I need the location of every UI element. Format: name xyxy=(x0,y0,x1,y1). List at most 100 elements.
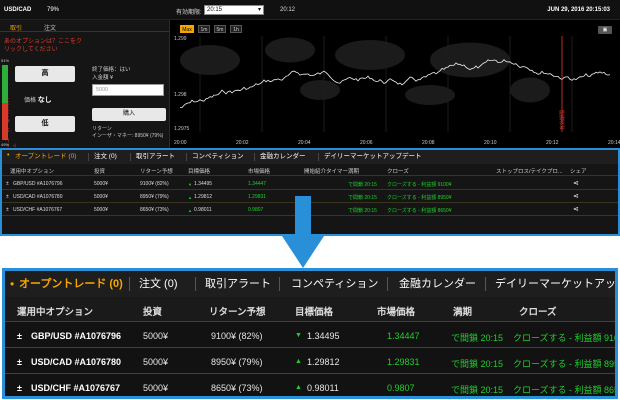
col-return: リターン予想 xyxy=(209,307,266,318)
share-icon[interactable]: ⋖ xyxy=(573,205,579,213)
tab-divider xyxy=(195,277,196,291)
tab-divider xyxy=(254,153,255,161)
close-link[interactable]: クローズする - 利益額 9100¥ xyxy=(387,181,452,188)
down-triangle-icon: ▼ xyxy=(188,182,192,187)
amount-input[interactable]: 5000 xyxy=(92,84,164,96)
low-button[interactable]: 低 xyxy=(15,116,75,132)
target-price: 1.29812 xyxy=(194,194,213,200)
tab-orders[interactable]: 注文 (0) xyxy=(94,150,117,164)
up-triangle-icon: ▲ xyxy=(188,208,192,213)
table-row: ± USD/CHF #A1076767 5000¥ 8650¥ (73%) 0.9801… xyxy=(5,373,615,396)
invest-value: 5000¥ xyxy=(143,383,169,393)
table-row: ± GBP/USD #A1076796 5000¥ 9100¥ (82%) 1.3449… xyxy=(2,177,618,190)
buy-button[interactable]: 購入 xyxy=(92,108,166,121)
plus-minus-icon[interactable]: ± xyxy=(6,181,9,187)
neutral-value: なし xyxy=(37,97,52,104)
close-link[interactable]: クローズする - 利益額 8650¥ xyxy=(387,207,452,214)
invest-value: 5000¥ xyxy=(94,181,108,187)
neutral-prefix: 価格 xyxy=(24,98,37,104)
col-close: クローズ xyxy=(387,169,409,175)
plus-minus-icon[interactable]: ± xyxy=(17,357,22,367)
order-info: 終了価格：はい 入金額 ¥ xyxy=(92,66,131,82)
return-value: 8950¥ (79%) xyxy=(140,194,169,200)
invest-value: 5000¥ xyxy=(143,357,169,367)
expiry-value: で間鎖 20:15 xyxy=(451,385,504,395)
plus-minus-icon[interactable]: ± xyxy=(17,383,22,393)
tab-divider xyxy=(485,277,486,291)
tab-orders[interactable]: 注文 (0) xyxy=(139,271,178,297)
x-tick-label: 20:00 xyxy=(174,140,187,146)
tab-market-update[interactable]: デイリーマーケットアップデ xyxy=(495,271,615,297)
map-shape xyxy=(300,80,340,100)
market-price: 0.9807 xyxy=(387,383,415,393)
up-triangle-icon: ▲ xyxy=(188,195,192,200)
map-shape xyxy=(430,42,510,78)
tab-trade[interactable]: 取引 xyxy=(10,23,22,32)
return-value: 8950¥ (79%) xyxy=(211,357,263,367)
map-shape xyxy=(335,40,405,70)
col-return: リターン予想 xyxy=(140,169,173,175)
price-chart[interactable]: Max 1m 5m 1h ▣ 1.299 1.298 1.2975 20:00 20:0… xyxy=(170,20,620,148)
expiry-value: で間鎖 20:15 xyxy=(451,333,504,343)
expiry-value: で間鎖 20:15 xyxy=(348,208,377,214)
tab-alerts[interactable]: 取引アラート xyxy=(136,150,175,164)
col-option: 運用中オプション xyxy=(10,169,55,175)
help-link[interactable]: あのオプションは？ここをクリックしてください xyxy=(4,38,86,54)
expiry-marker-label: 有効期限 xyxy=(559,110,566,130)
trades-header-small: 運用中オプション 投資 リターン予想 目標価格 市場価格 開始紹介タイマー 満期… xyxy=(2,164,618,176)
tab-order[interactable]: 注文 xyxy=(44,23,56,32)
tab-market-update[interactable]: デイリーマーケットアップデート xyxy=(324,150,422,164)
close-link[interactable]: クローズする - 利益額 8650¥ xyxy=(513,383,615,396)
return-label: リターン xyxy=(92,126,112,132)
tab-divider xyxy=(186,153,187,161)
col-market: 市場価格 xyxy=(377,307,416,318)
target-price: 1.29812 xyxy=(307,357,340,367)
target-price: 1.34495 xyxy=(194,181,213,187)
amount-label: 入金額 ¥ xyxy=(92,75,114,81)
payout-percent: 79% xyxy=(47,7,60,13)
bullet-icon: • xyxy=(7,152,10,159)
table-row: ± GBP/USD #A1076796 5000¥ 9100¥ (82%) 1.3449… xyxy=(5,321,615,347)
tab-divider xyxy=(387,277,388,291)
expiry-select[interactable]: 20:15 xyxy=(204,5,264,15)
expiry-label: 有効期限: xyxy=(176,10,202,16)
tab-calendar[interactable]: 金融カレンダー xyxy=(260,150,306,164)
down-arrow-icon xyxy=(282,196,324,268)
tab-open-trades[interactable]: オープントレード (0) xyxy=(15,150,76,164)
close-link[interactable]: クローズする - 利益額 9100¥ xyxy=(513,331,615,344)
plus-minus-icon[interactable]: ± xyxy=(6,207,9,213)
return-value: 8650¥ (73%) xyxy=(211,383,263,393)
tab-alerts[interactable]: 取引アラート xyxy=(205,271,271,297)
tab-divider xyxy=(88,153,89,161)
target-price: 0.98011 xyxy=(307,383,339,393)
tab-divider xyxy=(129,277,130,291)
close-link[interactable]: クローズする - 利益額 8950¥ xyxy=(387,194,452,201)
x-tick-label: 20:08 xyxy=(422,140,435,146)
trades-header-large: 運用中オプション 投資 リターン予想 目標価格 市場価格 満期 クローズ xyxy=(5,297,615,321)
col-option: 運用中オプション xyxy=(17,307,94,318)
tab-competition[interactable]: コンペティション xyxy=(192,150,244,164)
x-tick-label: 20:06 xyxy=(360,140,373,146)
tab-open-trades[interactable]: オープントレード (0) xyxy=(19,271,123,297)
invest-value: 5000¥ xyxy=(94,207,108,213)
col-target: 目標価格 xyxy=(188,169,211,175)
tab-divider xyxy=(130,153,131,161)
col-expiry: 満期 xyxy=(453,307,473,318)
y-tick-label: 1.2975 xyxy=(174,126,190,132)
asset-pair[interactable]: USD/CAD xyxy=(4,7,31,13)
high-button[interactable]: 高 xyxy=(15,66,75,82)
col-invest: 投資 xyxy=(94,169,106,175)
col-stoploss: ストップロス/テイクプロ... xyxy=(496,169,563,175)
option-symbol: USD/CHF #A1076767 xyxy=(31,383,121,393)
trade-panel: 取引 注文 あのオプションは？ここをクリックしてください 51% 49% トレー… xyxy=(0,20,170,148)
map-shape xyxy=(180,45,240,75)
close-link[interactable]: クローズする - 利益額 8950¥ xyxy=(513,357,615,370)
y-tick-label: 1.299 xyxy=(174,36,187,42)
tab-competition[interactable]: コンペティション xyxy=(291,271,378,297)
plus-minus-icon[interactable]: ± xyxy=(17,331,22,341)
plus-minus-icon[interactable]: ± xyxy=(6,194,9,200)
share-icon[interactable]: ⋖ xyxy=(573,179,579,187)
share-icon[interactable]: ⋖ xyxy=(573,192,579,200)
down-triangle-icon: ▼ xyxy=(295,332,302,339)
tab-calendar[interactable]: 金融カレンダー xyxy=(399,271,476,297)
